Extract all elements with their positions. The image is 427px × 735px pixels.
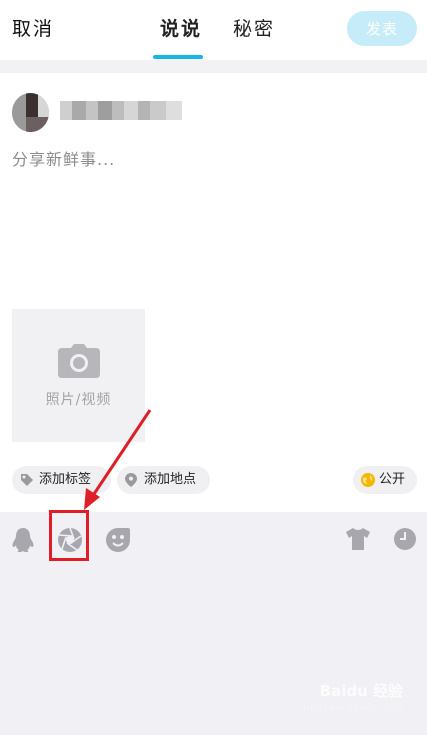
tshirt-icon[interactable] (345, 527, 371, 553)
globe-icon (361, 473, 375, 487)
avatar[interactable] (12, 93, 49, 132)
add-tag-label: 添加标签 (39, 472, 92, 487)
header-divider (0, 60, 427, 73)
clock-icon[interactable] (393, 527, 419, 553)
watermark-sub: jingyan.baidu.com (302, 703, 403, 713)
qq-penguin-icon[interactable] (11, 527, 37, 553)
tag-icon (21, 474, 33, 486)
add-location-chip[interactable]: 添加地点 (117, 466, 210, 494)
top-bar: 取消 说说 秘密 发表 (0, 0, 427, 60)
camera-icon (58, 344, 100, 382)
privacy-chip[interactable]: 公开 (353, 466, 417, 494)
post-text-input[interactable] (12, 150, 412, 169)
active-tab-indicator (153, 55, 203, 59)
location-pin-icon (125, 473, 137, 487)
privacy-label: 公开 (379, 472, 406, 487)
tab-shuoshuo[interactable]: 说说 (160, 14, 202, 41)
add-photo-video-button[interactable]: 照片/视频 (12, 309, 145, 442)
watermark-main: Baidu 经验 (319, 682, 403, 700)
tab-secret[interactable]: 秘密 (233, 14, 275, 41)
username-blurred (60, 101, 182, 120)
emoji-icon[interactable] (105, 527, 131, 553)
add-photo-video-label: 照片/视频 (45, 392, 112, 408)
publish-button[interactable]: 发表 (347, 11, 417, 46)
baidu-watermark: Baidu 经验 jingyan.baidu.com (303, 680, 403, 713)
cancel-button[interactable]: 取消 (12, 14, 54, 41)
annotation-highlight-box (49, 510, 89, 561)
add-location-label: 添加地点 (144, 472, 197, 487)
add-tag-chip[interactable]: 添加标签 (12, 466, 111, 494)
